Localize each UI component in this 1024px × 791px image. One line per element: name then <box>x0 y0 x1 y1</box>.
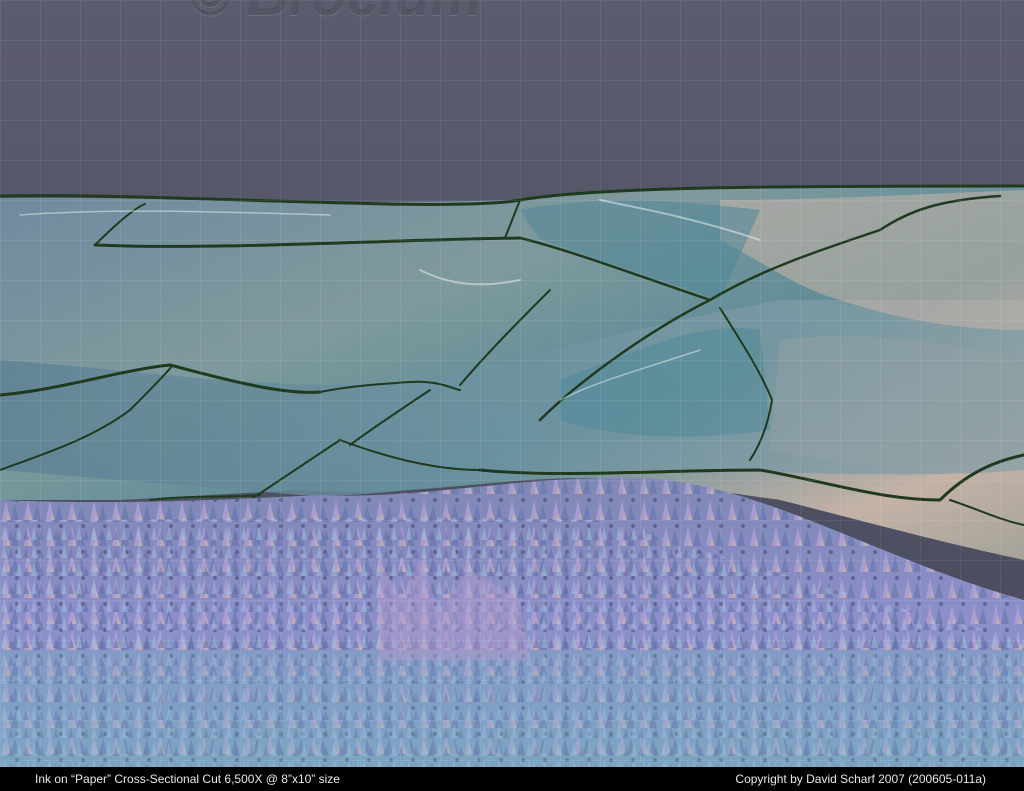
caption-description: Ink on “Paper” Cross-Sectional Cut 6,500… <box>35 772 340 786</box>
caption-copyright: Copyright by David Scharf 2007 (200605-0… <box>735 772 986 786</box>
watermark-text: © Brocium <box>188 0 482 29</box>
sem-micrograph: © Brocium <box>0 0 1024 767</box>
caption-bar: Ink on “Paper” Cross-Sectional Cut 6,500… <box>0 767 1024 791</box>
micrograph-image <box>0 0 1024 767</box>
